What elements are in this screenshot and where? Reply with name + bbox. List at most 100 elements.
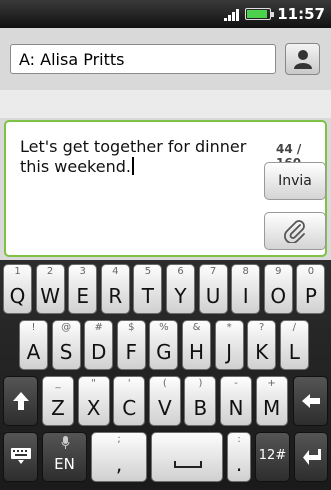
battery-fill bbox=[247, 10, 268, 18]
key-label: P bbox=[304, 284, 317, 308]
key-s[interactable]: @ S bbox=[51, 320, 81, 370]
key-label: H bbox=[188, 340, 205, 364]
key-j[interactable]: * J bbox=[214, 320, 244, 370]
key-hint: ; bbox=[117, 434, 121, 445]
attach-button[interactable] bbox=[264, 212, 326, 250]
key-hint: 0 bbox=[307, 266, 315, 277]
key-t[interactable]: 5T bbox=[133, 264, 163, 314]
key-c[interactable]: ' C bbox=[113, 376, 146, 426]
key-label: A bbox=[26, 340, 41, 364]
key-label: E bbox=[76, 284, 89, 308]
key-hint: ) bbox=[198, 378, 203, 389]
key-label: W bbox=[40, 284, 60, 308]
keyboard-icon bbox=[11, 448, 31, 464]
soft-keyboard: EN ; , : . 12# 1 Q 2 W 3 E 4 R 5 T 6 Y 7 U 8 I 9 O 0 P! A @ S #… bbox=[0, 260, 331, 490]
key-label: V bbox=[157, 396, 172, 420]
key-r[interactable]: 4R bbox=[100, 264, 130, 314]
status-clock: 11:57 bbox=[277, 5, 325, 23]
key-y[interactable]: 6Y bbox=[166, 264, 195, 314]
shift-key[interactable] bbox=[3, 376, 38, 426]
key-label: J bbox=[226, 340, 233, 364]
contact-picker-button[interactable] bbox=[285, 43, 320, 75]
key-label: Z bbox=[51, 396, 65, 420]
key-label: F bbox=[125, 340, 138, 364]
key-hint: 8 bbox=[242, 266, 249, 277]
key-label: O bbox=[270, 284, 287, 308]
space-bar-icon bbox=[174, 461, 202, 468]
key-hint: : bbox=[237, 434, 241, 445]
key-hint: - bbox=[234, 378, 238, 389]
key-b[interactable]: ) B bbox=[184, 376, 217, 426]
key-hint: 2 bbox=[46, 266, 54, 277]
comma-key[interactable]: ; , bbox=[91, 432, 147, 482]
enter-arrow-icon bbox=[303, 449, 321, 465]
key-hint: 1 bbox=[14, 266, 21, 277]
key-hint: 3 bbox=[79, 266, 86, 277]
key-hint: 9 bbox=[275, 266, 282, 277]
status-bar: 11:57 bbox=[0, 0, 331, 28]
key-label: , bbox=[115, 452, 123, 476]
keyboard-hide-key[interactable] bbox=[3, 432, 38, 482]
key-label: C bbox=[122, 396, 137, 420]
key-hint: 7 bbox=[209, 266, 217, 277]
key-u[interactable]: 7U bbox=[198, 264, 228, 314]
key-f[interactable]: $ F bbox=[116, 320, 146, 370]
key-hint: _ bbox=[55, 378, 61, 389]
key-label: B bbox=[193, 396, 208, 420]
person-icon bbox=[293, 50, 312, 69]
key-label: T bbox=[141, 284, 154, 308]
key-hint: & bbox=[192, 322, 201, 333]
key-q[interactable]: 1Q bbox=[3, 264, 32, 314]
key-hint: ? bbox=[259, 322, 265, 333]
send-button[interactable]: Invia bbox=[264, 162, 326, 200]
key-hint: 6 bbox=[177, 266, 184, 277]
key-label: N bbox=[228, 396, 244, 420]
key-label: M bbox=[262, 396, 281, 420]
key-label: Q bbox=[9, 284, 26, 308]
key-v[interactable]: (V bbox=[148, 376, 181, 426]
key-label: . bbox=[235, 452, 243, 476]
key-label: Y bbox=[174, 284, 187, 308]
key-h[interactable]: & H bbox=[182, 320, 211, 370]
key-x[interactable]: " X bbox=[77, 376, 110, 426]
key-label: L bbox=[288, 340, 300, 364]
key-m[interactable]: + M bbox=[255, 376, 288, 426]
text-cursor bbox=[131, 157, 134, 175]
key-i[interactable]: 8I bbox=[231, 264, 261, 314]
key-n[interactable]: -N bbox=[220, 376, 252, 426]
conversation-area bbox=[0, 90, 331, 118]
backspace-arrow-icon bbox=[302, 394, 320, 408]
enter-key[interactable] bbox=[294, 432, 328, 482]
language-key[interactable]: EN bbox=[42, 432, 87, 482]
symbols-label: 12# bbox=[258, 448, 287, 463]
key-o[interactable]: 9O bbox=[263, 264, 293, 314]
key-hint: @ bbox=[61, 322, 72, 333]
key-label: S bbox=[59, 340, 73, 364]
key-label: R bbox=[108, 284, 123, 308]
key-a[interactable]: ! A bbox=[19, 320, 48, 370]
key-hint: ! bbox=[31, 322, 36, 333]
key-w[interactable]: 2W bbox=[35, 264, 65, 314]
key-z[interactable]: _ Z bbox=[42, 376, 74, 426]
key-label: U bbox=[205, 284, 221, 308]
key-hint: # bbox=[94, 322, 103, 333]
key-g[interactable]: % G bbox=[149, 320, 179, 370]
microphone-icon bbox=[61, 436, 70, 449]
key-p[interactable]: 0P bbox=[296, 264, 326, 314]
paperclip-icon bbox=[284, 220, 305, 243]
key-hint: + bbox=[267, 378, 276, 389]
symbols-key[interactable]: 12# bbox=[255, 432, 290, 482]
key-hint: % bbox=[159, 322, 169, 333]
backspace-key[interactable] bbox=[293, 376, 328, 426]
key-d[interactable]: # D bbox=[84, 320, 114, 370]
recipient-field[interactable]: A: Alisa Pritts bbox=[10, 44, 276, 74]
key-e[interactable]: 3E bbox=[68, 264, 98, 314]
key-hint: 4 bbox=[112, 266, 119, 277]
key-k[interactable]: ? K bbox=[247, 320, 277, 370]
space-key[interactable] bbox=[151, 432, 223, 482]
message-input[interactable]: Let's get together for dinner this weeke… bbox=[4, 120, 327, 257]
period-key[interactable]: : . bbox=[227, 432, 251, 482]
shift-arrow-icon bbox=[13, 392, 29, 410]
key-l[interactable]: / L bbox=[279, 320, 309, 370]
key-hint: ' bbox=[127, 378, 131, 389]
